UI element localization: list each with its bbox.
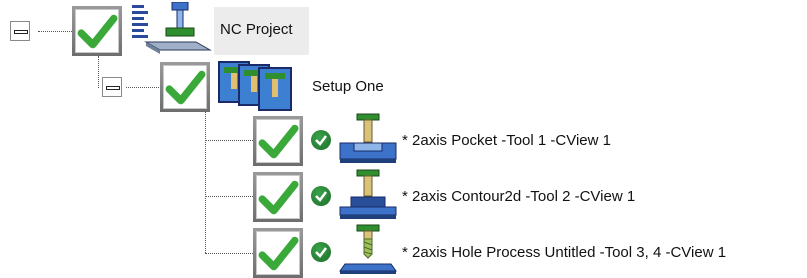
- contour-tool-icon: [339, 169, 397, 219]
- pocket-tool-icon: [339, 113, 397, 163]
- setup-stack-icon: [218, 61, 292, 111]
- checkbox-checked[interactable]: [160, 62, 210, 112]
- checkbox-checked[interactable]: [253, 228, 303, 278]
- status-ok-icon: [311, 242, 331, 262]
- tree-line: [205, 196, 253, 197]
- operation-label[interactable]: * 2axis Hole Process Untitled -Tool 3, 4…: [402, 244, 726, 262]
- checkmark-icon: [258, 124, 299, 159]
- operation-label[interactable]: * 2axis Contour2d -Tool 2 -CView 1: [402, 188, 635, 206]
- tree-line: [126, 87, 161, 88]
- setup-label[interactable]: Setup One: [312, 78, 384, 96]
- checkmark-icon: [258, 180, 299, 215]
- nc-project-icon: [132, 2, 212, 54]
- tree-line: [205, 110, 206, 253]
- checkmark-icon: [258, 236, 299, 271]
- project-label[interactable]: NC Project: [220, 21, 293, 39]
- checkbox-checked[interactable]: [72, 6, 122, 56]
- tree-line: [38, 31, 72, 32]
- checkmark-icon: [77, 14, 118, 49]
- collapse-toggle[interactable]: [10, 21, 30, 41]
- checkmark-icon: [165, 70, 206, 105]
- checkbox-checked[interactable]: [253, 116, 303, 166]
- operation-label[interactable]: * 2axis Pocket -Tool 1 -CView 1: [402, 132, 611, 150]
- tree-line: [205, 253, 253, 254]
- status-ok-icon: [311, 186, 331, 206]
- tree-line: [205, 140, 253, 141]
- drill-tool-icon: [339, 224, 397, 274]
- collapse-toggle[interactable]: [102, 77, 122, 97]
- tree-line: [98, 56, 99, 88]
- checkbox-checked[interactable]: [253, 172, 303, 222]
- status-ok-icon: [311, 130, 331, 150]
